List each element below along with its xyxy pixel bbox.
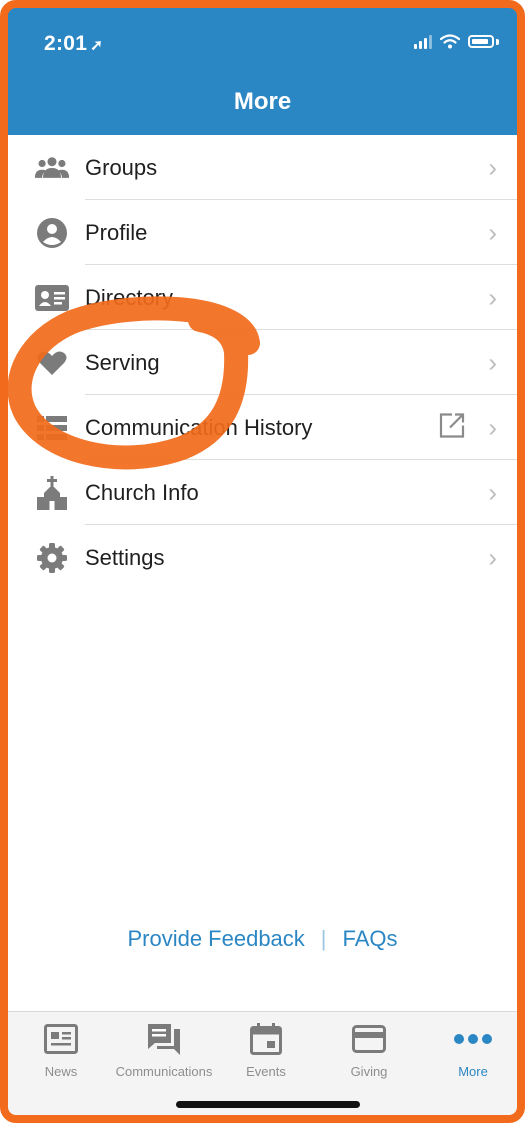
tab-giving[interactable]: Giving xyxy=(318,1022,420,1079)
menu-item-communication-history[interactable]: Communication History › xyxy=(8,395,517,460)
menu-item-label: Church Info xyxy=(85,479,199,505)
tab-communications[interactable]: Communications xyxy=(113,1022,215,1079)
menu-item-profile[interactable]: Profile › xyxy=(8,200,517,265)
gear-icon xyxy=(34,542,70,573)
tab-label: News xyxy=(44,1064,78,1079)
tab-events[interactable]: Events xyxy=(215,1022,317,1079)
menu-item-label: Communication History xyxy=(85,414,313,440)
chevron-right-icon: › xyxy=(488,542,497,572)
page-title: More xyxy=(233,88,292,115)
tab-bar: News Communications Events Giving More xyxy=(8,1011,517,1115)
wifi-icon xyxy=(440,34,460,49)
status-time-text: 2:01 xyxy=(44,32,88,55)
menu-item-label: Profile xyxy=(85,219,148,245)
menu-item-directory[interactable]: Directory › xyxy=(8,265,517,330)
chevron-right-icon: › xyxy=(488,412,497,442)
chevron-right-icon: › xyxy=(488,347,497,377)
top-bar: 2:01 ➚ More xyxy=(8,8,517,135)
menu-item-groups[interactable]: Groups › xyxy=(8,135,517,200)
menu-item-label: Groups xyxy=(85,154,158,180)
chevron-right-icon: › xyxy=(488,217,497,247)
card-icon xyxy=(318,1022,420,1056)
tab-label: Giving xyxy=(350,1064,388,1079)
menu-item-label: Settings xyxy=(85,544,165,570)
status-icons xyxy=(414,34,499,49)
tab-news[interactable]: News xyxy=(10,1022,112,1079)
menu-item-label: Serving xyxy=(85,349,160,375)
provide-feedback-link[interactable]: Provide Feedback xyxy=(127,926,304,951)
battery-tip xyxy=(496,38,499,45)
group-icon xyxy=(34,153,70,183)
chevron-right-icon: › xyxy=(488,282,497,312)
menu-item-church-info[interactable]: Church Info › xyxy=(8,460,517,525)
battery-icon xyxy=(468,35,494,48)
menu-item-settings[interactable]: Settings › xyxy=(8,525,517,590)
tab-label: Communications xyxy=(115,1064,213,1079)
external-link-icon xyxy=(439,412,465,443)
faqs-link[interactable]: FAQs xyxy=(343,926,398,951)
list-icon xyxy=(34,413,70,443)
directory-icon xyxy=(34,283,70,313)
menu-item-serving[interactable]: Serving › xyxy=(8,330,517,395)
location-arrow-icon: ➚ xyxy=(90,37,104,54)
footer-links: Provide Feedback | FAQs xyxy=(8,926,517,952)
tab-label: Events xyxy=(246,1064,286,1079)
chevron-right-icon: › xyxy=(488,477,497,507)
home-indicator xyxy=(176,1101,360,1108)
status-time: 2:01 ➚ xyxy=(44,32,103,56)
phone-screen: 2:01 ➚ More Groups › Profile › Directory… xyxy=(8,8,517,1115)
communications-icon xyxy=(113,1022,215,1056)
news-icon xyxy=(10,1022,112,1056)
heart-icon xyxy=(34,348,70,378)
chevron-right-icon: › xyxy=(488,152,497,182)
calendar-icon xyxy=(215,1022,317,1056)
signal-icon xyxy=(414,34,432,49)
more-icon xyxy=(422,1022,517,1056)
link-separator: | xyxy=(320,926,327,951)
menu-item-label: Directory xyxy=(85,284,174,310)
more-menu-list: Groups › Profile › Directory › Serving ›… xyxy=(8,135,517,590)
tab-more[interactable]: More xyxy=(422,1022,517,1079)
church-icon xyxy=(34,475,70,510)
tab-label: More xyxy=(458,1064,488,1079)
profile-icon xyxy=(34,217,70,248)
